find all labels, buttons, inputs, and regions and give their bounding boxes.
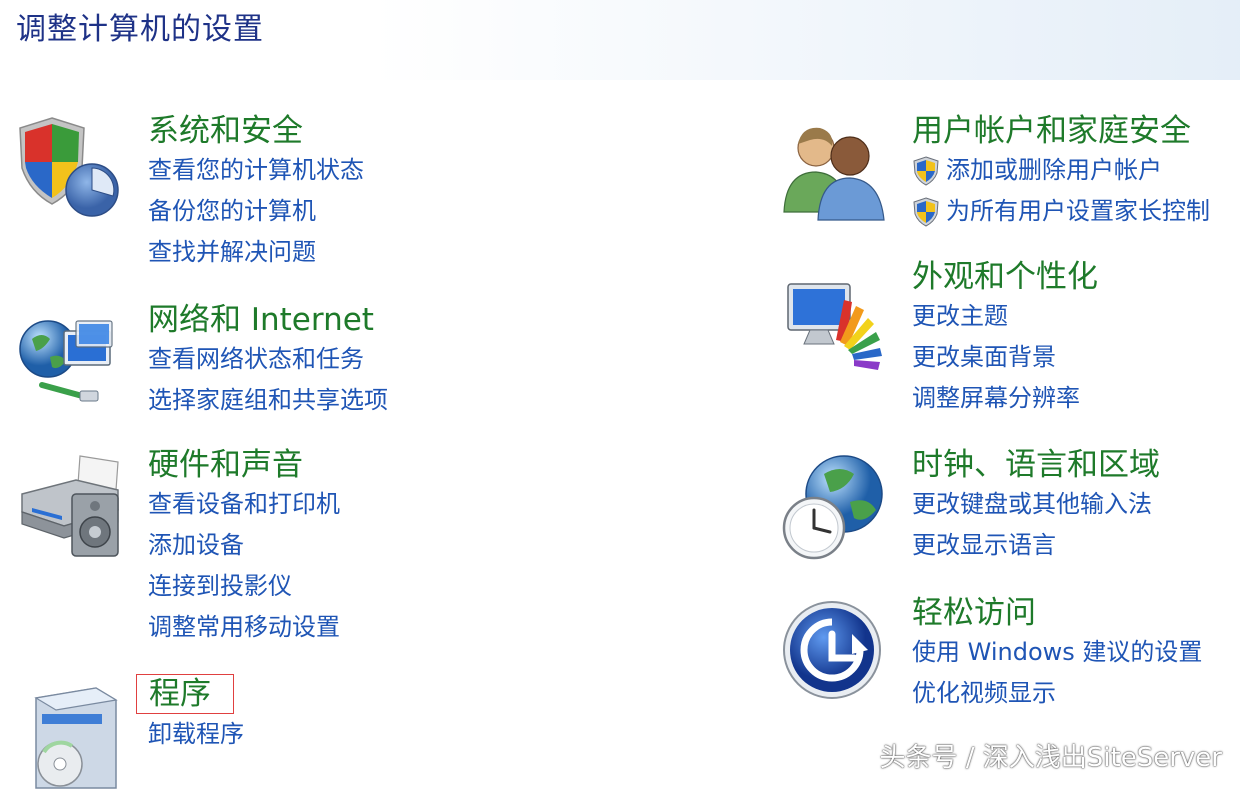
link-devices-printers[interactable]: 查看设备和打印机	[148, 484, 340, 525]
link-label: 为所有用户设置家长控制	[946, 197, 1210, 225]
link-parental-controls[interactable]: 为所有用户设置家长控制	[912, 191, 1210, 232]
link-uninstall-program[interactable]: 卸载程序	[148, 714, 244, 755]
link-change-input-method[interactable]: 更改键盘或其他输入法	[912, 484, 1160, 525]
category-title-system-security[interactable]: 系统和安全	[148, 112, 364, 150]
link-change-display-language[interactable]: 更改显示语言	[912, 525, 1160, 566]
monitor-palette-icon	[787, 283, 882, 370]
category-title-programs[interactable]: 程序	[136, 674, 234, 714]
shield-chart-icon	[19, 117, 119, 217]
link-add-remove-accounts[interactable]: 添加或删除用户帐户	[912, 150, 1210, 191]
link-view-computer-status[interactable]: 查看您的计算机状态	[148, 150, 364, 191]
clock-globe-icon	[782, 455, 883, 560]
link-mobility-settings[interactable]: 调整常用移动设置	[148, 607, 340, 648]
category-title-clock-language-region[interactable]: 时钟、语言和区域	[912, 446, 1160, 484]
link-homegroup-sharing[interactable]: 选择家庭组和共享选项	[148, 380, 388, 421]
link-optimize-visual-display[interactable]: 优化视频显示	[912, 673, 1202, 714]
link-troubleshoot[interactable]: 查找并解决问题	[148, 232, 364, 273]
network-globe-icon	[19, 320, 113, 402]
users-icon	[783, 127, 885, 221]
page-title: 调整计算机的设置	[16, 12, 264, 47]
link-change-desktop-background[interactable]: 更改桌面背景	[912, 337, 1098, 378]
link-connect-projector[interactable]: 连接到投影仪	[148, 566, 340, 607]
link-add-device[interactable]: 添加设备	[148, 525, 340, 566]
link-change-theme[interactable]: 更改主题	[912, 296, 1098, 337]
link-windows-recommended-settings[interactable]: 使用 Windows 建议的设置	[912, 632, 1202, 673]
printer-speaker-icon	[21, 455, 119, 557]
category-title-ease-of-access[interactable]: 轻松访问	[912, 594, 1202, 632]
uac-shield-icon	[913, 196, 939, 227]
link-adjust-resolution[interactable]: 调整屏幕分辨率	[912, 378, 1098, 419]
category-title-user-accounts[interactable]: 用户帐户和家庭安全	[912, 112, 1210, 150]
programs-disc-icon	[34, 687, 118, 789]
category-title-hardware-sound[interactable]: 硬件和声音	[148, 446, 340, 484]
link-label: 添加或删除用户帐户	[946, 156, 1162, 184]
ease-of-access-icon	[783, 601, 881, 699]
link-view-network-status[interactable]: 查看网络状态和任务	[148, 339, 388, 380]
category-title-appearance[interactable]: 外观和个性化	[912, 258, 1098, 296]
category-title-network-internet[interactable]: 网络和 Internet	[148, 301, 388, 339]
link-backup-computer[interactable]: 备份您的计算机	[148, 191, 364, 232]
watermark: 头条号 / 深入浅出SiteServer	[879, 743, 1222, 773]
uac-shield-icon	[913, 155, 939, 186]
